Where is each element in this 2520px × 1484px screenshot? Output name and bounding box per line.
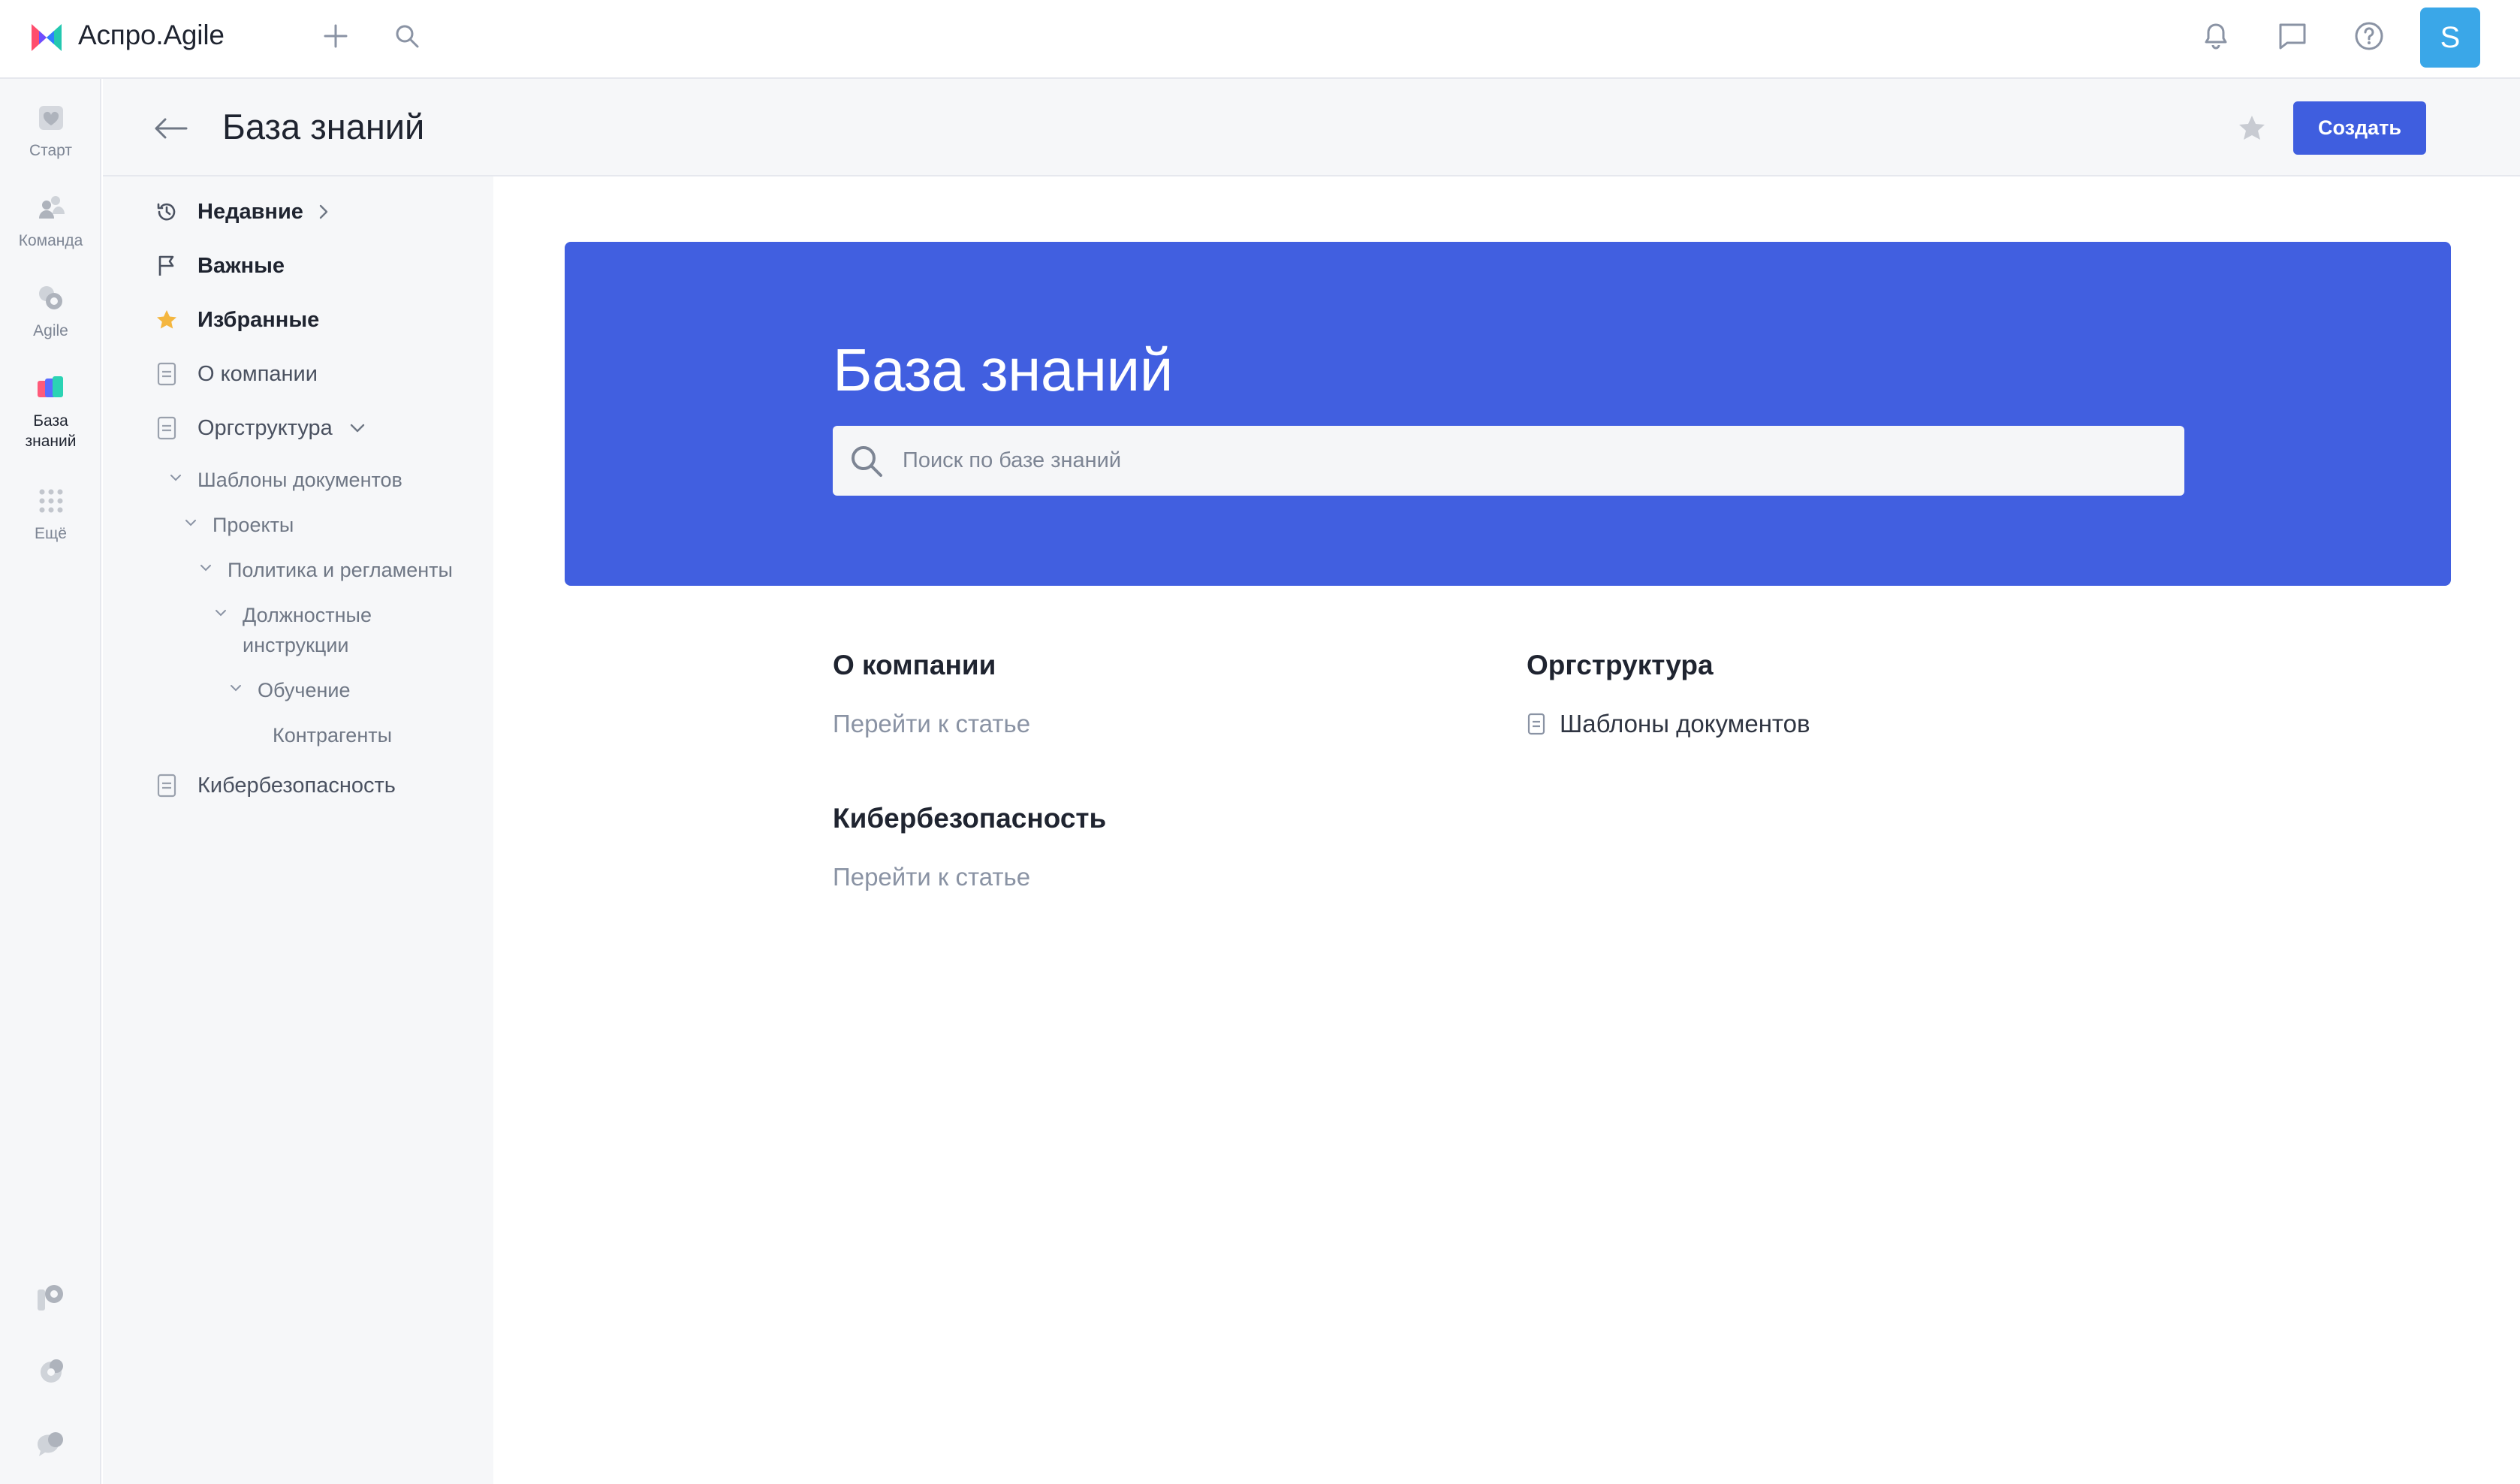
card-title-about[interactable]: О компании: [833, 650, 996, 681]
sidebar-item-important[interactable]: Важные: [154, 253, 285, 279]
sidebar-item-about[interactable]: О компании: [154, 361, 318, 387]
chevron-down-icon[interactable]: [228, 675, 244, 701]
chevron-down-icon[interactable]: [349, 423, 366, 433]
arrow-left-icon: [155, 118, 188, 139]
rail-label-team: Команда: [18, 232, 83, 249]
sidebar-label-cyber: Кибербезопасность: [197, 773, 396, 798]
grid-dots-icon: [39, 489, 62, 513]
sidebar-label-about: О компании: [197, 361, 318, 386]
card-title-cyber[interactable]: Кибербезопасность: [833, 803, 1106, 834]
sidebar-item-org[interactable]: Оргструктура: [154, 415, 366, 441]
sidebar-sublabel-policy: Политика и регламенты: [228, 559, 453, 581]
rail-item-knowledge-base[interactable]: База знаний: [0, 372, 101, 451]
settings-icon[interactable]: [33, 1354, 69, 1390]
rail-label-knowledge-base: База знаний: [25, 412, 77, 450]
chevron-down-icon[interactable]: [213, 600, 229, 626]
chevron-right-icon[interactable]: [318, 204, 329, 220]
bell-icon[interactable]: [2198, 18, 2234, 54]
sidebar-sublabel-templates: Шаблоны документов: [197, 469, 402, 491]
search-icon[interactable]: [389, 18, 425, 54]
left-rail: Старт Команда Agile База знаний Ещё: [0, 79, 101, 1484]
sidebar-sublabel-job-descriptions: Должностные инструкции: [243, 604, 372, 656]
history-icon: [154, 199, 179, 225]
sidebar-subitem-templates[interactable]: Шаблоны документов: [167, 465, 402, 495]
knowledge-base-icon: [37, 376, 63, 397]
page-header: База знаний Создать: [103, 79, 2520, 176]
favorite-button[interactable]: [2234, 110, 2270, 146]
integration-icon[interactable]: [33, 1280, 69, 1317]
chevron-down-icon[interactable]: [182, 510, 199, 535]
sidebar-subitem-policy[interactable]: Политика и регламенты: [197, 555, 453, 585]
search-icon: [852, 446, 882, 477]
sidebar-subitem-job-descriptions[interactable]: Должностные инструкции: [213, 600, 408, 660]
sidebar-label-recent: Недавние: [197, 199, 303, 224]
app-title[interactable]: Аспро.Agile: [78, 20, 225, 51]
heart-icon: [38, 106, 63, 130]
help-icon[interactable]: [2351, 18, 2387, 54]
sidebar-item-favorites[interactable]: Избранные: [154, 307, 319, 333]
sidebar-item-cyber[interactable]: Кибербезопасность: [154, 773, 396, 798]
sidebar-label-org: Оргструктура: [197, 415, 333, 440]
document-icon: [154, 415, 179, 441]
document-icon: [154, 773, 179, 798]
create-button[interactable]: Создать: [2293, 101, 2426, 155]
team-icon: [38, 196, 65, 219]
top-bar: Аспро.Agile S: [0, 0, 2520, 79]
knowledge-search[interactable]: [833, 426, 2184, 496]
hero-title: База знаний: [833, 336, 1173, 403]
agile-icon: [38, 286, 62, 309]
card-title-org[interactable]: Оргструктура: [1527, 650, 1714, 681]
main-content: База знаний О компании Перейти к статье …: [493, 176, 2520, 1484]
back-button[interactable]: [151, 109, 190, 148]
rail-item-more[interactable]: Ещё: [0, 484, 101, 544]
chevron-down-icon[interactable]: [197, 555, 214, 581]
support-chat-icon[interactable]: [33, 1428, 69, 1464]
star-filled-icon: [154, 307, 179, 333]
document-icon: [1527, 713, 1545, 735]
hero-banner: База знаний: [565, 242, 2451, 586]
rail-item-start[interactable]: Старт: [0, 101, 101, 161]
sidebar-sublabel-training: Обучение: [258, 679, 351, 701]
rail-item-team[interactable]: Команда: [0, 192, 101, 251]
sidebar-sublabel-contractors: Контрагенты: [273, 724, 393, 747]
rail-label-agile: Agile: [33, 322, 68, 339]
search-input[interactable]: [903, 426, 2164, 496]
card-doc-templates[interactable]: Шаблоны документов: [1527, 710, 1810, 738]
chat-icon[interactable]: [2274, 18, 2311, 54]
sidebar-sublabel-projects: Проекты: [213, 514, 294, 536]
document-icon: [154, 361, 179, 387]
sidebar-label-favorites: Избранные: [197, 307, 320, 332]
rail-label-start: Старт: [29, 142, 73, 159]
card-doc-label: Шаблоны документов: [1560, 710, 1810, 737]
page-title: База знаний: [222, 107, 425, 146]
user-avatar[interactable]: S: [2420, 8, 2480, 68]
sidebar-subitem-contractors[interactable]: Контрагенты: [273, 720, 392, 750]
sidebar-label-important: Важные: [197, 253, 285, 278]
add-icon[interactable]: [318, 18, 354, 54]
app-logo[interactable]: [27, 18, 66, 57]
card-link-cyber[interactable]: Перейти к статье: [833, 863, 1030, 891]
rail-item-agile[interactable]: Agile: [0, 282, 101, 341]
flag-icon: [154, 253, 179, 279]
star-icon: [2239, 116, 2265, 140]
sidebar-item-recent[interactable]: Недавние: [154, 199, 329, 225]
card-link-about[interactable]: Перейти к статье: [833, 710, 1030, 738]
knowledge-sidebar: Недавние Важные Избранные О компании Орг…: [103, 176, 493, 1484]
chevron-down-icon[interactable]: [167, 465, 184, 490]
rail-label-more: Ещё: [35, 525, 67, 542]
sidebar-subitem-training[interactable]: Обучение: [228, 675, 350, 705]
sidebar-subitem-projects[interactable]: Проекты: [182, 510, 294, 540]
